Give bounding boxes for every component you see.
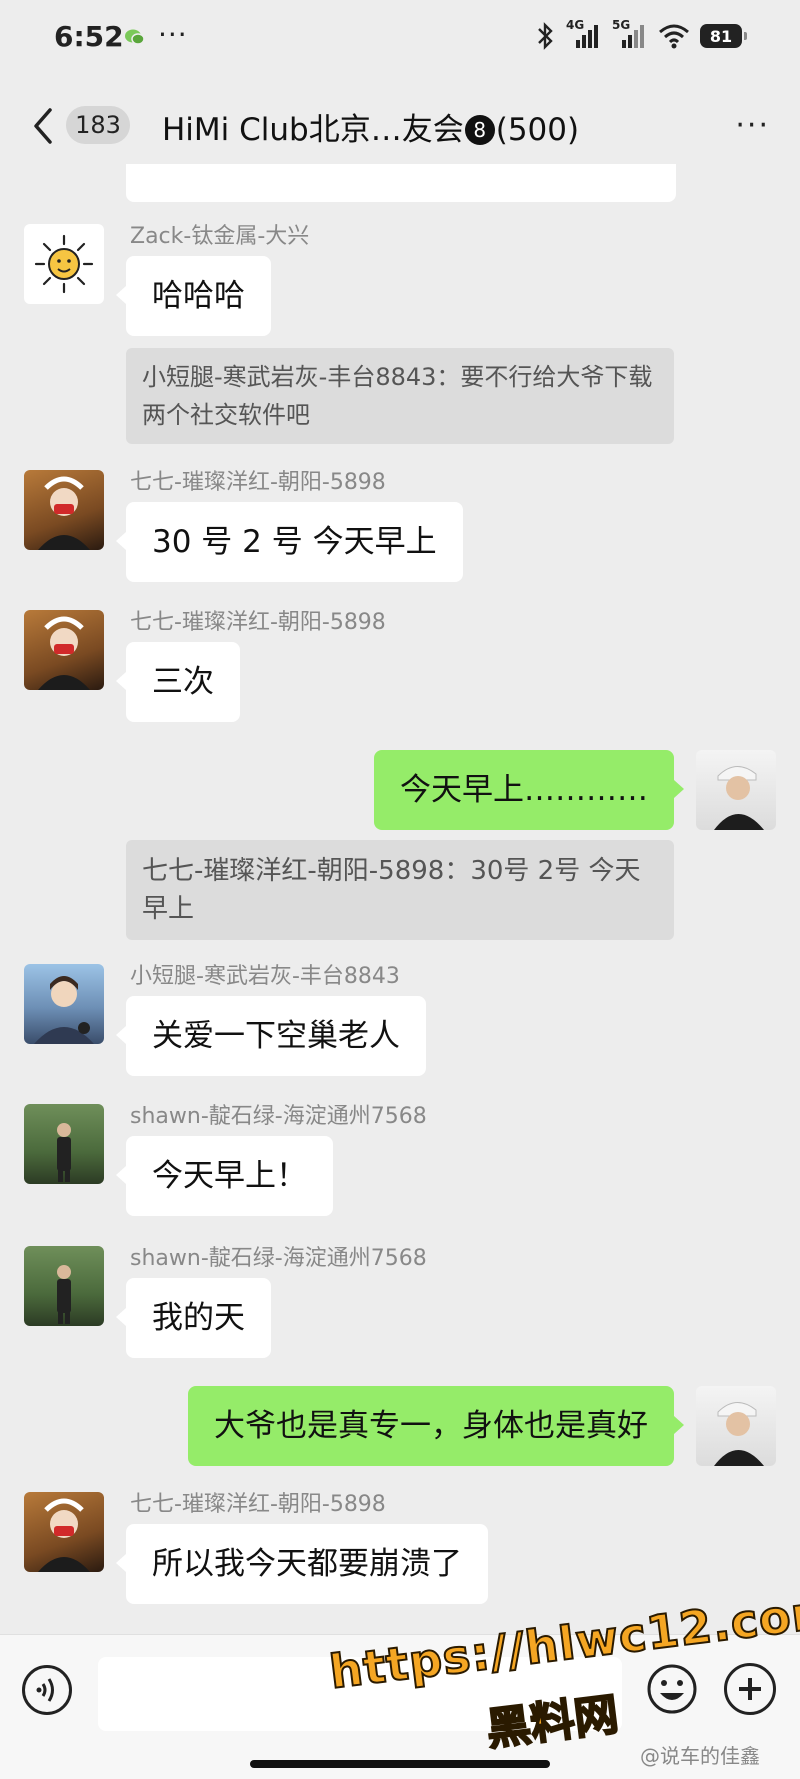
group-title[interactable]: HiMi Club北京…友会 8 (500)	[162, 104, 579, 149]
status-time: 6:52	[54, 20, 124, 53]
status-bar: 6:52 ··· 4G 5G 81	[0, 0, 800, 76]
more-options-button[interactable]: ···	[735, 108, 770, 143]
weibo-watermark: @说车的佳鑫	[640, 1744, 760, 1768]
message-list[interactable]: Zack-钛金属-大兴 哈哈哈 小短腿-寒武岩灰-丰台8843：要不行给大爷下载…	[0, 164, 800, 1634]
chat-header: 183 HiMi Club北京…友会 8 (500) ···	[0, 88, 800, 164]
message-bubble[interactable]: 30 号 2 号 今天早上	[116, 502, 463, 582]
sender-name: 小短腿-寒武岩灰-丰台8843	[130, 964, 400, 989]
qiqi-avatar[interactable]	[24, 1492, 104, 1572]
quoted-reply[interactable]: 小短腿-寒武岩灰-丰台8843：要不行给大爷下载两个社交软件吧	[126, 348, 674, 444]
group-title-badge: 8	[464, 115, 495, 145]
group-member-count: (500)	[495, 112, 580, 148]
back-arrow-icon[interactable]	[30, 106, 58, 146]
wechat-notification-icon	[125, 29, 145, 45]
sun-avatar[interactable]	[24, 224, 104, 304]
signal-4g-icon: 4G	[566, 18, 602, 50]
unread-count-badge[interactable]: 183	[66, 106, 130, 144]
sender-name: 七七-璀璨洋红-朝阳-5898	[130, 610, 386, 635]
qiqi-avatar[interactable]	[24, 470, 104, 550]
battery-indicator: 81	[700, 24, 747, 48]
bluetooth-icon	[538, 22, 553, 50]
message-bubble[interactable]: 所以我今天都要崩溃了	[116, 1524, 488, 1604]
message-bubble[interactable]: 今天早上！	[116, 1136, 333, 1216]
message-bubble[interactable]: 哈哈哈	[116, 256, 271, 336]
sender-name: Zack-钛金属-大兴	[130, 224, 310, 249]
sender-name: shawn-靛石绿-海淀通州7568	[130, 1104, 427, 1129]
message-bubble[interactable]: 关爱一下空巢老人	[116, 996, 426, 1076]
emoji-icon[interactable]	[646, 1663, 698, 1715]
message-bubble[interactable]: 三次	[116, 642, 240, 722]
message-bubble[interactable]: 我的天	[116, 1278, 271, 1358]
self-avatar[interactable]	[696, 1386, 776, 1466]
xiaoduantui-avatar[interactable]	[24, 964, 104, 1044]
signal-5g-icon: 5G	[612, 18, 648, 50]
voice-input-button[interactable]	[22, 1665, 72, 1715]
message-bubble-self[interactable]: 大爷也是真专一，身体也是真好	[188, 1386, 684, 1466]
sender-name: 七七-璀璨洋红-朝阳-5898	[130, 1492, 386, 1517]
sender-name: shawn-靛石绿-海淀通州7568	[130, 1246, 427, 1271]
shawn-avatar[interactable]	[24, 1104, 104, 1184]
sender-name: 七七-璀璨洋红-朝阳-5898	[130, 470, 386, 495]
qiqi-avatar[interactable]	[24, 610, 104, 690]
partial-message-bubble	[126, 164, 676, 202]
more-functions-button[interactable]	[724, 1663, 776, 1715]
status-icons: 4G 5G 81	[534, 18, 747, 50]
group-title-name: HiMi Club北京…友会	[162, 112, 464, 148]
message-bubble-self[interactable]: 今天早上…………	[374, 750, 684, 830]
home-indicator[interactable]	[250, 1760, 550, 1768]
voice-wave-icon	[36, 1678, 54, 1702]
self-avatar[interactable]	[696, 750, 776, 830]
status-more-dots: ···	[158, 18, 188, 51]
wifi-icon	[659, 24, 689, 49]
shawn-avatar[interactable]	[24, 1246, 104, 1326]
quoted-reply[interactable]: 七七-璀璨洋红-朝阳-5898：30号 2号 今天早上	[126, 840, 674, 940]
